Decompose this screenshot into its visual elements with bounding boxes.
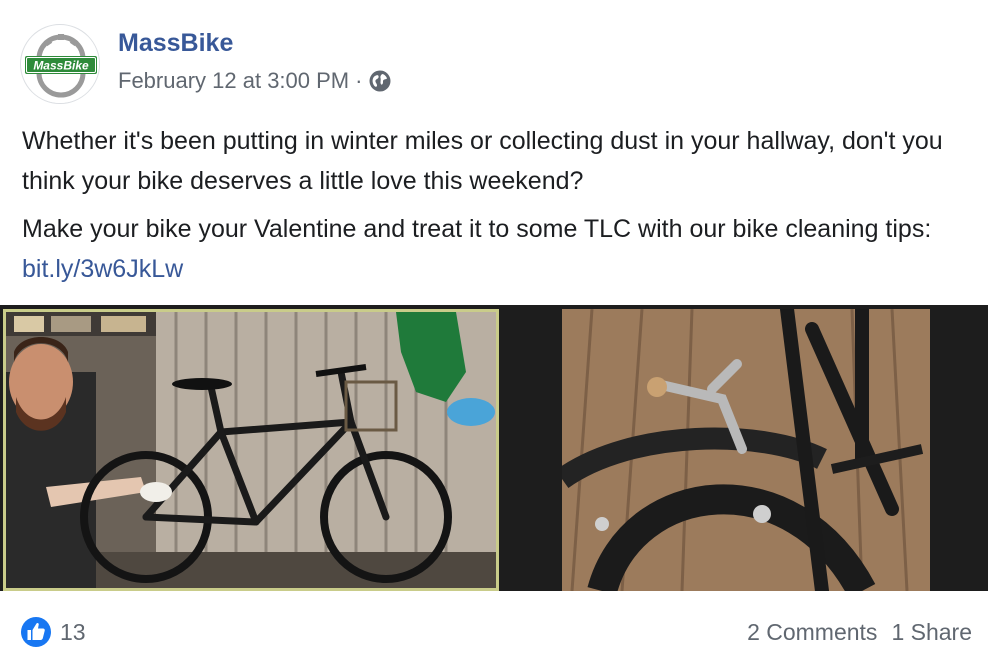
avatar[interactable]: MassBike [20,24,100,104]
globe-icon[interactable] [368,69,392,93]
post-footer: 13 2 Comments 1 Share [20,612,972,652]
massbike-logo-icon: MassBike [22,26,99,103]
post-paragraph-1: Whether it's been putting in winter mile… [22,127,943,195]
comments-count-link[interactable]: 2 Comments [747,619,877,646]
post-meta: February 12 at 3:00 PM · [118,66,392,96]
post-paragraph-2: Make your bike your Valentine and treat … [22,209,962,289]
post-link[interactable]: bit.ly/3w6JkLw [22,255,183,283]
media-left-video-frame[interactable] [3,309,499,591]
reactions-summary[interactable]: 13 [20,616,86,648]
shares-count-link[interactable]: 1 Share [891,619,972,646]
engagement-stats: 2 Comments 1 Share [747,619,972,646]
header-text: MassBike February 12 at 3:00 PM · [118,26,392,96]
post-media[interactable] [0,305,988,591]
page-name[interactable]: MassBike [118,26,392,60]
person-cleaning-bike-image [6,312,496,588]
post-timestamp[interactable]: February 12 at 3:00 PM [118,66,349,96]
post-paragraph-2-text: Make your bike your Valentine and treat … [22,215,932,243]
svg-text:MassBike: MassBike [33,59,89,73]
bike-brake-closeup-image [562,309,930,591]
post-header: MassBike MassBike February 12 at 3:00 PM… [20,22,391,106]
media-right-video-frame[interactable] [562,309,930,591]
post-body: Whether it's been putting in winter mile… [22,121,962,297]
reaction-count: 13 [60,618,86,645]
meta-separator: · [355,68,363,93]
like-icon [20,616,52,648]
